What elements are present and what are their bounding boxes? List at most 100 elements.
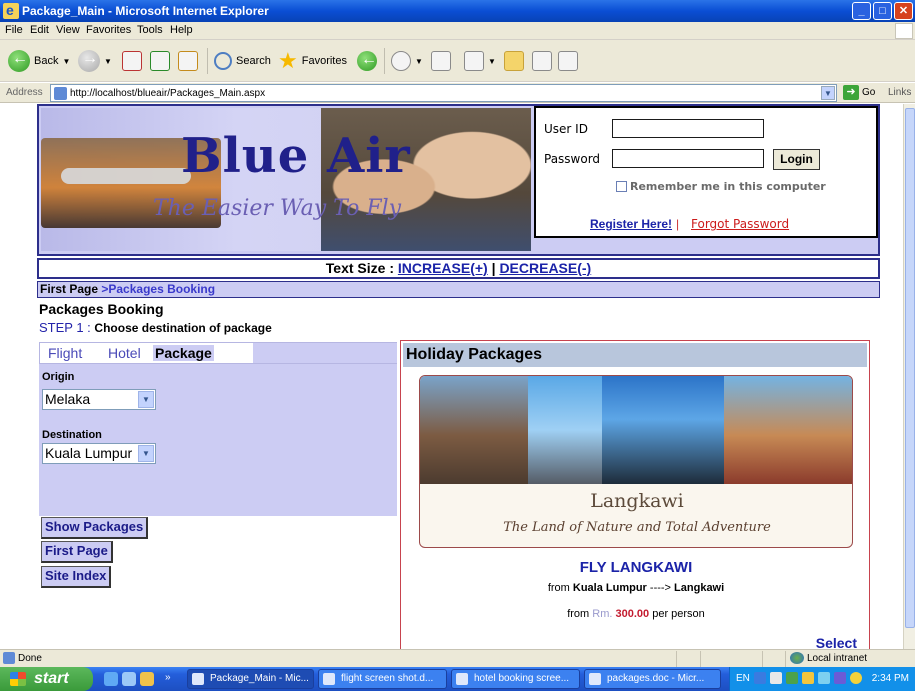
messenger-button[interactable]	[558, 49, 578, 73]
window-title: Package_Main - Microsoft Internet Explor…	[22, 4, 269, 18]
select-package-link[interactable]: Select	[816, 635, 857, 649]
page-title: Packages Booking	[39, 301, 164, 317]
first-page-button[interactable]: First Page	[41, 541, 113, 563]
status-divider	[762, 651, 763, 667]
menu-favorites[interactable]: Favorites	[86, 24, 131, 36]
link-separator: |	[676, 217, 680, 231]
remember-me[interactable]: Remember me in this computer	[616, 180, 826, 193]
stop-button[interactable]	[122, 49, 142, 73]
taskbar-item-hotel-doc[interactable]: hotel booking scree...	[451, 669, 580, 689]
messenger-quicklaunch-icon[interactable]	[122, 672, 136, 686]
history-button[interactable]	[357, 49, 377, 73]
research-button[interactable]	[532, 49, 552, 73]
dropdown-icon: ▼	[488, 56, 496, 66]
links-button[interactable]: Links	[888, 87, 911, 98]
title-bar: Package_Main - Microsoft Internet Explor…	[0, 0, 915, 22]
refresh-button[interactable]	[150, 49, 170, 73]
tray-icon[interactable]	[754, 672, 766, 684]
page-icon	[54, 87, 67, 100]
mail-button[interactable]: ▼	[391, 49, 423, 73]
word-task-icon	[456, 673, 468, 685]
folder-button[interactable]	[504, 49, 524, 73]
taskbar-item-flight-doc[interactable]: flight screen shot.d...	[318, 669, 447, 689]
remember-checkbox[interactable]	[616, 181, 627, 192]
address-dropdown-icon[interactable]: ▼	[821, 86, 835, 100]
price-amount: 300.00	[615, 608, 650, 620]
back-button[interactable]: Back ▼	[8, 49, 70, 73]
site-tagline: The Easier Way To Fly	[153, 196, 402, 221]
taskbar-item-packages-doc[interactable]: packages.doc - Micr...	[584, 669, 721, 689]
refresh-icon	[150, 51, 170, 71]
go-arrow-icon[interactable]: ➜	[843, 85, 859, 100]
tray-icon[interactable]	[802, 672, 814, 684]
show-packages-button[interactable]: Show Packages	[41, 517, 149, 539]
forgot-password-link[interactable]: Forgot Password	[691, 217, 789, 231]
promo-photo-street	[420, 376, 528, 484]
word-task-icon	[323, 673, 335, 685]
destination-label: Destination	[42, 429, 102, 441]
package-price: from Rm. 300.00 per person	[567, 608, 705, 620]
home-button[interactable]	[178, 49, 198, 73]
go-button[interactable]: Go	[862, 87, 875, 98]
taskbar: start » Package_Main - Mic... flight scr…	[0, 667, 915, 691]
search-button[interactable]: Search	[214, 49, 271, 73]
chevron-down-icon: ▼	[138, 445, 154, 462]
address-input[interactable]: http://localhost/blueair/Packages_Main.a…	[50, 84, 837, 102]
ie-quicklaunch-icon[interactable]	[104, 672, 118, 686]
windows-logo-icon	[895, 23, 913, 39]
tab-hotel[interactable]: Hotel	[108, 345, 141, 361]
star-icon: ★	[278, 48, 298, 73]
menu-tools[interactable]: Tools	[137, 24, 163, 36]
toolbar-divider	[207, 48, 208, 74]
menu-help[interactable]: Help	[170, 24, 193, 36]
booking-tabs: Flight Hotel Package	[39, 342, 397, 364]
tray-icon[interactable]	[834, 672, 846, 684]
holiday-packages-header: Holiday Packages	[403, 343, 867, 367]
destination-select[interactable]: Kuala Lumpur ▼	[42, 443, 156, 464]
close-button[interactable]: ✕	[894, 2, 913, 20]
user-id-input[interactable]	[612, 119, 764, 138]
login-button[interactable]: Login	[773, 149, 820, 170]
tab-flight[interactable]: Flight	[48, 345, 82, 361]
maximize-button[interactable]: □	[873, 2, 892, 20]
breadcrumb-first-page[interactable]: First Page	[40, 282, 98, 296]
mail-icon	[391, 51, 411, 71]
forward-button[interactable]: ▼	[78, 49, 112, 73]
tray-icon[interactable]	[818, 672, 830, 684]
holiday-packages-panel: Holiday Packages Langkawi The Land of Na…	[400, 340, 870, 649]
messenger-icon	[558, 51, 578, 71]
scrollbar-thumb[interactable]	[905, 108, 915, 628]
desktop-quicklaunch-icon[interactable]	[140, 672, 154, 686]
word-icon	[464, 51, 484, 71]
menu-file[interactable]: File	[5, 24, 23, 36]
decrease-text-link[interactable]: DECREASE(-)	[499, 260, 591, 276]
increase-text-link[interactable]: INCREASE(+)	[398, 260, 488, 276]
favorites-button[interactable]: ★ Favorites	[278, 49, 347, 73]
text-size-separator: |	[487, 260, 500, 276]
print-button[interactable]	[431, 49, 451, 73]
research-icon	[532, 51, 552, 71]
password-input[interactable]	[612, 149, 764, 168]
tab-package[interactable]: Package	[153, 345, 214, 361]
package-title: FLY LANGKAWI	[579, 559, 693, 576]
langkawi-promo-banner[interactable]: Langkawi The Land of Nature and Total Ad…	[419, 375, 853, 548]
menu-edit[interactable]: Edit	[30, 24, 49, 36]
password-label: Password	[544, 152, 601, 166]
edit-button[interactable]: ▼	[464, 49, 496, 73]
status-divider	[676, 651, 677, 667]
tray-icon[interactable]	[786, 672, 798, 684]
promo-photo-ride	[528, 376, 602, 484]
register-link[interactable]: Register Here!	[590, 217, 672, 231]
site-index-button[interactable]: Site Index	[41, 566, 112, 588]
start-button[interactable]: start	[0, 667, 93, 691]
vertical-scrollbar[interactable]	[903, 104, 915, 649]
quicklaunch-more-icon[interactable]: »	[165, 672, 171, 683]
security-shield-icon[interactable]	[850, 672, 862, 684]
minimize-button[interactable]: _	[852, 2, 871, 20]
origin-select[interactable]: Melaka ▼	[42, 389, 156, 410]
language-indicator[interactable]: EN	[736, 673, 750, 684]
tray-icon[interactable]	[770, 672, 782, 684]
toolbar-divider	[384, 48, 385, 74]
taskbar-item-package-main[interactable]: Package_Main - Mic...	[187, 669, 314, 689]
menu-view[interactable]: View	[56, 24, 80, 36]
